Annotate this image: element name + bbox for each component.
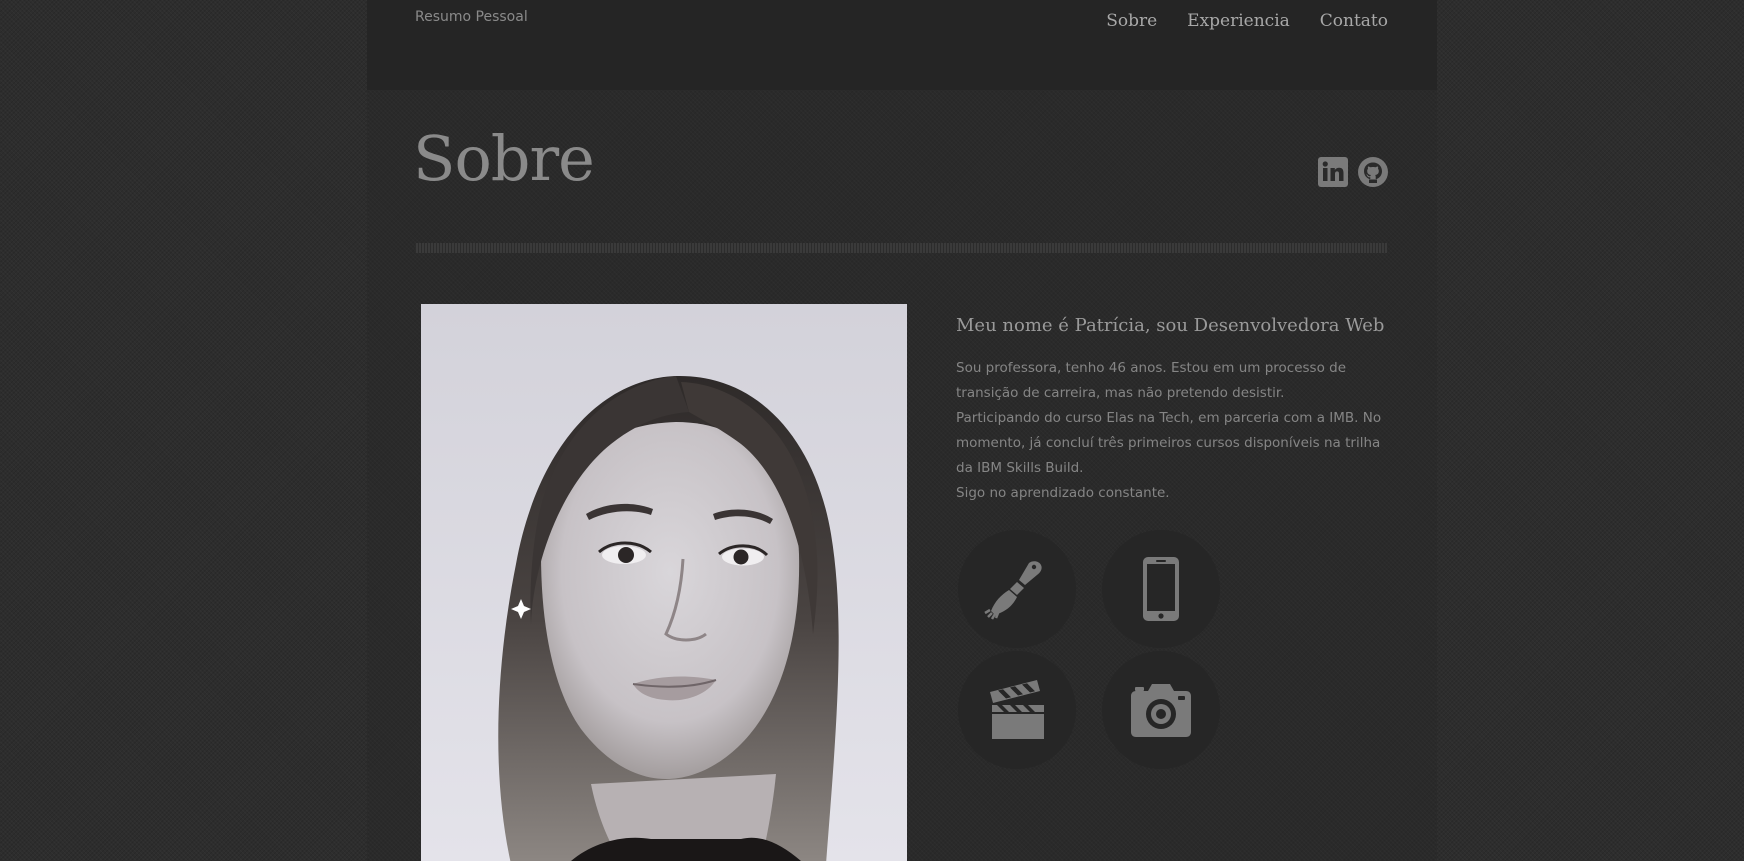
section-divider — [415, 243, 1387, 253]
skill-design — [958, 530, 1076, 648]
page-title: Sobre — [413, 122, 595, 195]
brand-link[interactable]: Resumo Pessoal — [415, 9, 528, 25]
main-nav: Sobre Experiencia Contato — [1106, 11, 1388, 31]
linkedin-icon[interactable] — [1318, 157, 1348, 187]
nav-link-experiencia[interactable]: Experiencia — [1187, 11, 1290, 31]
paintbrush-icon — [984, 561, 1042, 620]
skill-video — [958, 651, 1076, 769]
page-container: Resumo Pessoal Sobre Experiencia Contato… — [367, 0, 1437, 861]
nav-link-contato[interactable]: Contato — [1320, 11, 1388, 31]
camera-icon — [1131, 684, 1191, 737]
smartphone-icon — [1143, 557, 1179, 621]
top-bar: Resumo Pessoal Sobre Experiencia Contato — [367, 0, 1437, 90]
nav-link-sobre[interactable]: Sobre — [1106, 11, 1157, 31]
bio-paragraph: Participando do curso Elas na Tech, em p… — [956, 410, 1382, 476]
social-links — [1318, 157, 1388, 187]
skill-photography — [1102, 651, 1220, 769]
bio-section: Meu nome é Patrícia, sou Desenvolvedora … — [956, 315, 1390, 506]
clapperboard-icon — [990, 680, 1044, 739]
bio-heading: Meu nome é Patrícia, sou Desenvolvedora … — [956, 315, 1385, 336]
profile-photo — [421, 304, 907, 861]
github-icon[interactable] — [1358, 157, 1388, 187]
skills-grid — [958, 530, 1248, 775]
skill-mobile — [1102, 530, 1220, 648]
bio-paragraph: Sou professora, tenho 46 anos. Estou em … — [956, 360, 1346, 401]
bio-paragraph: Sigo no aprendizado constante. — [956, 485, 1170, 501]
